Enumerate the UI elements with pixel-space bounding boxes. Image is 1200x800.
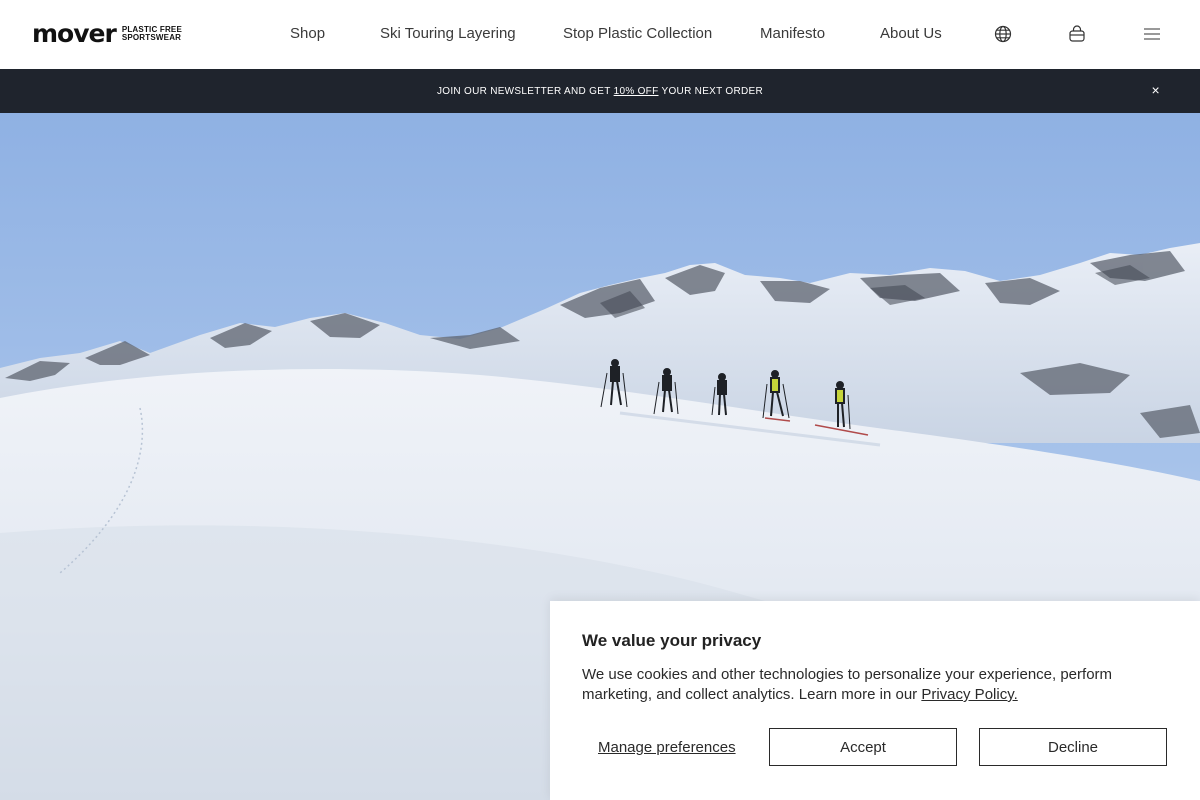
cart-icon[interactable] [1067, 24, 1087, 44]
nav-shop[interactable]: Shop [290, 25, 325, 42]
site-header: mover PLASTIC FREE SPORTSWEAR Shop Ski T… [0, 0, 1200, 69]
nav-about-us[interactable]: About Us [880, 25, 942, 42]
newsletter-announcement-bar[interactable]: JOIN OUR NEWSLETTER AND GET 10% OFF YOUR… [0, 69, 1200, 113]
close-icon[interactable]: × [1152, 82, 1160, 98]
globe-icon[interactable] [993, 24, 1013, 44]
nav-ski-touring-layering[interactable]: Ski Touring Layering [380, 25, 516, 42]
privacy-policy-link[interactable]: Privacy Policy. [921, 686, 1017, 703]
manage-preferences-link[interactable]: Manage preferences [598, 739, 736, 756]
announcement-discount[interactable]: 10% OFF [614, 86, 659, 97]
nav-stop-plastic-collection[interactable]: Stop Plastic Collection [563, 25, 712, 42]
nav-manifesto[interactable]: Manifesto [760, 25, 825, 42]
cookie-title: We value your privacy [582, 631, 762, 650]
announcement-text-after: YOUR NEXT ORDER [661, 85, 764, 97]
decline-button[interactable]: Decline [979, 728, 1167, 766]
cookie-body: We use cookies and other technologies to… [582, 666, 1113, 703]
accept-button[interactable]: Accept [769, 728, 957, 766]
announcement-text-before: JOIN OUR NEWSLETTER AND GET [436, 85, 611, 97]
cookie-actions: Manage preferences Accept Decline [582, 728, 1168, 768]
main-nav: Shop Ski Touring Layering Stop Plastic C… [0, 0, 1200, 69]
hamburger-menu-icon[interactable] [1142, 24, 1162, 44]
cookie-consent-banner: We value your privacy We use cookies and… [550, 601, 1200, 800]
cookie-description: We use cookies and other technologies to… [582, 665, 1172, 705]
